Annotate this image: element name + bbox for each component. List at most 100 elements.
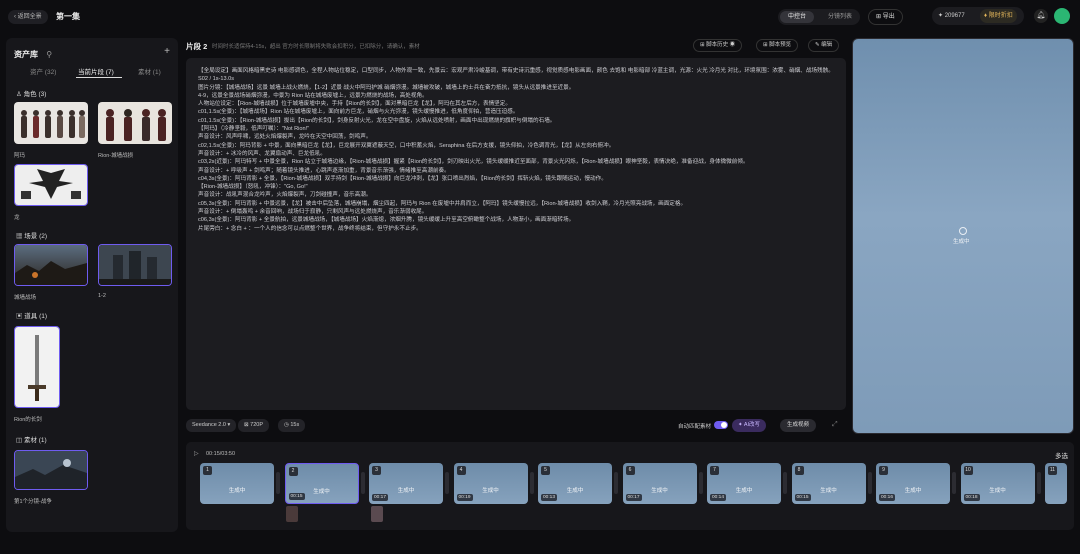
timeline-clip[interactable]: 7 生成中 00:14 — [707, 463, 781, 504]
timeline-clip[interactable]: 9 生成中 00:16 — [876, 463, 950, 504]
clip-number: 4 — [456, 466, 466, 475]
character-lineup-image — [98, 102, 172, 144]
clip-insert-handle[interactable] — [276, 472, 280, 494]
subscribe-button[interactable]: ♦ 限时折扣 — [980, 9, 1017, 23]
script-line: 图片分镜：【城墙战场】远景 城墙上战火燃烧，【1-2】近景 战火中阿玛护城 硝烟… — [198, 84, 575, 91]
segment-header: 片段 2 时间时长适保持4-15s，超出 官方时长限制将失败会扣积分，已扣除分，… — [186, 38, 846, 56]
loading-spinner-icon — [959, 227, 967, 235]
script-history-button[interactable]: ⊞ 脚本历史 ◉ — [693, 39, 743, 52]
timeline-clip[interactable]: 1 生成中 — [200, 463, 274, 504]
castle-scene-image — [99, 245, 171, 285]
segment-subtitle: 时间时长适保持4-15s，超出 官方时长限制将失败会扣积分，已扣除分，请确认，素… — [212, 44, 420, 50]
scene-thumb-battlefield[interactable] — [14, 244, 88, 286]
auto-match-toggle[interactable] — [714, 421, 728, 429]
clip-insert-handle[interactable] — [867, 472, 872, 494]
script-line: c04,3s(全景)：阿玛背影 + 全景，【Rion-城墙战损】双手持剑【Rio… — [198, 175, 607, 182]
generate-video-button[interactable]: 生成视频 — [780, 419, 817, 432]
asset-panel: 资产库 ⚲ + 资产 (32) 当前片段 (7) 素材 (1) ♙ 角色 (3)… — [6, 38, 178, 532]
timeline-clip[interactable]: 10 生成中 00:18 — [960, 463, 1035, 504]
script-line: c02,1.5s(全景)：阿玛背影 + 中景，面向黑暗巨龙【龙】，巨龙展开双翼遮… — [198, 142, 615, 149]
section-characters[interactable]: ♙ 角色 (3) — [16, 88, 46, 98]
expand-icon[interactable]: ⤢ — [832, 421, 838, 429]
war-material-image — [15, 451, 87, 489]
avatar[interactable] — [1054, 8, 1070, 24]
timeline-clip[interactable]: 11 — [1045, 463, 1067, 504]
active-tab-underline — [76, 77, 122, 78]
script-editor[interactable]: 【全局设定】画面风格暗黑史诗 电影感调色，全程人物站位稳定，口型同步，人物外观一… — [186, 58, 846, 410]
clip-insert-handle[interactable] — [952, 472, 956, 494]
timeline-clip[interactable]: 2 生成中 00:15 — [284, 463, 359, 504]
script-line: 【Rion-城墙战损】（怒吼，冲锋）："Go, Go!" — [198, 184, 308, 191]
script-line: 【全局设定】画面风格暗黑史诗 电影感调色，全程人物站位稳定，口型同步，人物外观一… — [198, 68, 834, 74]
tab-control-panel[interactable]: 中控台 — [780, 11, 815, 23]
clip-insert-handle[interactable] — [783, 472, 787, 494]
clip-duration: 00:15 — [794, 494, 811, 501]
clip-insert-handle[interactable] — [1036, 472, 1041, 494]
script-line: c05,3s(全景)：阿玛背影 + 中景远景，【龙】被击中后坠落，城墙崩塌，烟尘… — [198, 200, 687, 207]
mode-switch: 中控台 分镜列表 — [778, 9, 860, 25]
character-caption-dragon: 龙 — [14, 215, 20, 221]
back-button[interactable]: ‹ 返回全景 — [8, 10, 48, 24]
section-materials[interactable]: ◫ 素材 (1) — [16, 434, 47, 444]
add-asset-icon[interactable]: + — [164, 46, 170, 57]
clip-number: 10 — [963, 466, 973, 475]
script-line: 4-9，远景全景战场硝烟弥漫，中景为 Rion 站在城墙废墟上，远景为燃烧的战场… — [198, 92, 428, 99]
clip-insert-handle[interactable] — [360, 472, 365, 494]
clip-status: 生成中 — [651, 488, 668, 494]
project-title: 第一集 — [56, 12, 80, 21]
sword-image — [15, 327, 59, 407]
export-button[interactable]: ⊞ 导出 — [868, 9, 903, 25]
ai-rewrite-button[interactable]: ✦ AI改写 — [732, 419, 767, 432]
tab-materials[interactable]: 素材 (1) — [138, 66, 161, 76]
tab-assets[interactable]: 资产 (32) — [30, 66, 56, 76]
clip-number: 9 — [879, 466, 888, 475]
clip-number: 6 — [625, 466, 635, 475]
resolution-select[interactable]: ⊠ 720P — [238, 419, 269, 432]
timeline-clip[interactable]: 5 生成中 00:13 — [538, 463, 612, 504]
notification-bell-icon[interactable]: 🔔︎ — [1034, 9, 1048, 23]
clip-number: 1 — [203, 466, 212, 475]
multi-select-button[interactable]: 多选 — [1055, 450, 1068, 460]
clip-insert-handle[interactable] — [529, 472, 534, 494]
script-line: 人物站位设定：【Rion-城墙战损】位于城墙废墟中央，手持【Rion的长剑】，面… — [198, 101, 511, 108]
timeline-clip[interactable]: 4 生成中 00:19 — [453, 463, 528, 504]
timeline-clip[interactable]: 8 生成中 00:15 — [791, 463, 866, 504]
character-thumb-ama[interactable] — [14, 102, 88, 144]
character-thumb-rion[interactable] — [98, 102, 172, 144]
script-line: 声音设计：战吼声混合龙吟声，火焰爆裂声，刀剑碰撞声，音乐高潮。 — [198, 192, 372, 199]
section-props[interactable]: ▣ 道具 (1) — [16, 310, 47, 320]
clip-status: 生成中 — [820, 488, 837, 494]
clip-number: 3 — [372, 466, 381, 475]
clip-status: 生成中 — [735, 488, 753, 494]
scene-thumb-1-2[interactable] — [98, 244, 172, 286]
video-preview[interactable]: 生成中 — [852, 38, 1074, 434]
material-thumb-war[interactable] — [14, 450, 88, 490]
script-preview-button[interactable]: ⊞ 脚本预览 — [756, 39, 799, 52]
play-icon[interactable]: ▷ — [194, 450, 199, 457]
tab-current-segment[interactable]: 当前片段 (7) — [78, 66, 114, 76]
script-line: 声音设计：+ 倒塌轰鸣 + 余音回响，战场归于寂静，只剩风声与远处燃烧声，音乐渐… — [198, 209, 428, 216]
clip-insert-handle[interactable] — [698, 472, 703, 494]
script-line: S02 / 1s-13.0s — [198, 76, 235, 83]
character-caption-rion: Rion-城墙战损 — [98, 153, 134, 159]
clip-duration: 00:14 — [710, 494, 727, 501]
timeline-clip[interactable]: 3 生成中 00:17 — [369, 463, 443, 504]
clip-insert-handle[interactable] — [614, 472, 618, 494]
duration-select[interactable]: ◷ 15s — [278, 419, 306, 432]
clip-status: 生成中 — [904, 488, 922, 494]
credits-value: ✦ 209677 — [938, 13, 965, 19]
search-icon[interactable]: ⚲ — [46, 50, 52, 59]
edit-button[interactable]: ✎ 编辑 — [808, 39, 840, 52]
prop-thumb-sword[interactable] — [14, 326, 60, 408]
character-thumb-dragon[interactable] — [14, 164, 88, 206]
clip-character-thumb — [286, 506, 298, 522]
section-scenes[interactable]: ▦ 场景 (2) — [16, 230, 47, 240]
model-select[interactable]: Seedance 2.0 ▾ — [186, 419, 237, 432]
clip-number: 11 — [1048, 466, 1057, 475]
clip-duration: 00:15 — [288, 493, 305, 500]
credits-box: ✦ 209677 ♦ 限时折扣 — [932, 7, 1024, 25]
clip-insert-handle[interactable] — [445, 472, 449, 494]
timeline-clip[interactable]: 6 生成中 00:17 — [622, 463, 697, 504]
clip-duration: 00:18 — [963, 494, 980, 501]
tab-storyboard-list[interactable]: 分镜列表 — [820, 11, 860, 23]
